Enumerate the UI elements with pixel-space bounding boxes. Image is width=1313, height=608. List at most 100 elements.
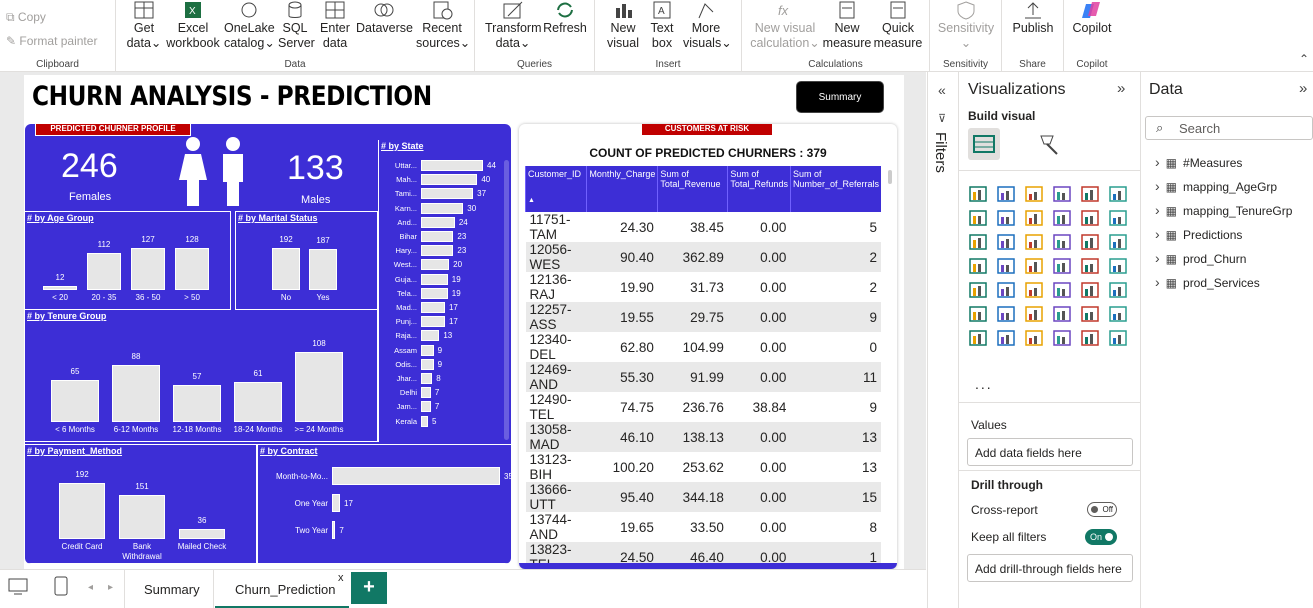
onelake-button[interactable]: OneLake catalog⌄ [224, 0, 275, 51]
publish-button[interactable]: Publish [1008, 0, 1058, 36]
clustered-bar-icon[interactable] [1023, 184, 1045, 204]
column-header[interactable]: Sum of Number_of_Referrals [789, 166, 881, 212]
filters-pane[interactable]: « ⊽ Filters [927, 72, 959, 608]
recent-sources-button[interactable]: Recent sources⌄ [416, 0, 470, 51]
enter-data-button[interactable]: Enter data [316, 0, 354, 51]
column-header[interactable]: Customer_ID ▲ [524, 166, 587, 212]
collapse-left-icon[interactable]: « [938, 82, 946, 98]
summary-nav-button[interactable]: Summary [796, 81, 884, 113]
power-apps-icon[interactable] [995, 328, 1017, 348]
data-table-item[interactable]: › ▦ Predictions [1155, 226, 1242, 242]
pie-icon[interactable] [1079, 232, 1101, 252]
line-column-icon[interactable] [1079, 208, 1101, 228]
key-influencers-icon[interactable] [995, 304, 1017, 324]
column-header[interactable]: Monthly_Charge [586, 166, 658, 212]
tab-churn-prediction[interactable]: Churn_Prediction [215, 570, 349, 608]
line-clustered-icon[interactable] [1107, 208, 1129, 228]
next-page-icon[interactable]: ▸ [108, 582, 113, 593]
close-tab-icon[interactable]: x [338, 572, 344, 584]
sql-server-button[interactable]: SQL Server [278, 0, 315, 51]
arcgis-icon[interactable] [1051, 328, 1073, 348]
search-input[interactable]: Search [1179, 121, 1220, 136]
funnel-bars-icon[interactable] [995, 232, 1017, 252]
format-visual-tab[interactable] [1035, 132, 1063, 165]
keep-filters-toggle[interactable]: On [1085, 529, 1117, 545]
python-icon[interactable] [967, 304, 989, 324]
table-row[interactable]: 13058-MAD 46.10 138.13 0.00 13 [525, 422, 881, 452]
table-row[interactable]: 12340-DEL 62.80 104.99 0.00 0 [526, 332, 882, 362]
excel-button[interactable]: X Excel workbook [166, 0, 220, 51]
kpi-icon[interactable] [995, 280, 1017, 300]
table-row[interactable]: 11751-TAM 24.30 38.45 0.00 5 [526, 212, 882, 242]
text-box-button[interactable]: A Text box [645, 0, 679, 51]
mobile-view-icon[interactable] [54, 576, 68, 596]
search-box[interactable]: ⌕ Search [1145, 116, 1313, 140]
card-icon[interactable] [1107, 256, 1129, 276]
more-visuals-button[interactable]: More visuals⌄ [683, 0, 732, 51]
add-page-button[interactable]: + [351, 572, 387, 604]
table-row[interactable]: 13744-AND 19.65 33.50 0.00 8 [526, 512, 882, 542]
table-row[interactable]: 12469-AND 55.30 91.99 0.00 11 [525, 362, 881, 392]
column-header[interactable]: Sum of Total_Refunds [727, 166, 791, 212]
data-table-item[interactable]: › ▦ prod_Churn [1155, 250, 1246, 266]
paginated-icon[interactable] [967, 328, 989, 348]
scatter-icon[interactable] [1051, 232, 1073, 252]
new-visual-button[interactable]: New visual [603, 0, 643, 51]
filled-map-icon[interactable] [1023, 256, 1045, 276]
stacked-area-icon[interactable] [1023, 208, 1045, 228]
treemap-icon[interactable] [967, 256, 989, 276]
data-table-item[interactable]: › ▦ prod_Services [1155, 274, 1260, 290]
line-chart-icon[interactable] [967, 208, 989, 228]
map-icon[interactable] [995, 256, 1017, 276]
column-header[interactable]: Sum of Total_Revenue [657, 166, 728, 212]
100-column-icon[interactable] [1107, 184, 1129, 204]
table-icon[interactable] [1051, 280, 1073, 300]
narrative-icon[interactable] [1079, 304, 1101, 324]
dataverse-button[interactable]: Dataverse [356, 0, 413, 36]
table-row[interactable]: 13123-BIH 100.20 253.62 0.00 13 [526, 452, 882, 482]
desktop-view-icon[interactable] [8, 578, 28, 596]
ribbon-chart-icon[interactable] [1051, 208, 1073, 228]
donut-icon[interactable] [1107, 232, 1129, 252]
gauge-icon[interactable] [1079, 256, 1101, 276]
data-table-item[interactable]: › ▦ mapping_AgeGrp [1155, 178, 1277, 194]
qa-icon[interactable] [1051, 304, 1073, 324]
quick-measure-button[interactable]: Quick measure [872, 0, 924, 51]
table-scrollbar[interactable] [888, 170, 892, 184]
power-automate-icon[interactable] [1023, 328, 1045, 348]
waterfall-icon[interactable] [967, 232, 989, 252]
decomposition-tree-icon[interactable] [1023, 304, 1045, 324]
slicer-icon[interactable] [1023, 280, 1045, 300]
data-table-item[interactable]: › ▦ #Measures [1155, 154, 1242, 170]
data-table-item[interactable]: › ▦ mapping_TenureGrp [1155, 202, 1292, 218]
add-data-field-well[interactable]: Add data fields here [967, 438, 1133, 466]
sensitivity-button[interactable]: Sensitivity ⌄ [934, 0, 998, 51]
state-scrollbar[interactable] [504, 160, 509, 440]
diamond-icon[interactable] [1079, 328, 1101, 348]
funnel-icon[interactable] [1023, 232, 1045, 252]
transform-data-button[interactable]: Transform data⌄ [485, 0, 542, 51]
build-visual-tab[interactable] [968, 128, 1000, 160]
copilot-button[interactable]: Copilot [1068, 0, 1116, 36]
new-visual-calculation-button[interactable]: fx New visual calculation⌄ [750, 0, 820, 51]
table-row[interactable]: 13666-UTT 95.40 344.18 0.00 15 [525, 482, 881, 512]
stacked-column-icon[interactable] [995, 184, 1017, 204]
collapse-right-icon[interactable]: » [1117, 80, 1125, 97]
tab-summary[interactable]: Summary [124, 570, 214, 608]
stacked-bar-icon[interactable] [967, 184, 989, 204]
copy-button[interactable]: ⧉ Copy [6, 10, 46, 25]
100-bar-icon[interactable] [1079, 184, 1101, 204]
collapse-data-icon[interactable]: » [1299, 80, 1307, 97]
new-measure-button[interactable]: New measure [822, 0, 872, 51]
matrix-icon[interactable] [1079, 280, 1101, 300]
area-chart-icon[interactable] [995, 208, 1017, 228]
table-row[interactable]: 12056-WES 90.40 362.89 0.00 2 [525, 242, 881, 272]
table-row[interactable]: 12257-ASS 19.55 29.75 0.00 9 [525, 302, 881, 332]
clustered-column-icon[interactable] [1051, 184, 1073, 204]
table-row[interactable]: 12490-TEL 74.75 236.76 38.84 9 [526, 392, 882, 422]
table-row[interactable]: 12136-RAJ 19.90 31.73 0.00 2 [526, 272, 882, 302]
ribbon-collapse-icon[interactable]: ⌃ [1299, 52, 1309, 66]
cross-report-toggle[interactable]: Off [1087, 502, 1117, 517]
more-visuals-icon[interactable]: ... [975, 376, 993, 392]
r-visual-icon[interactable] [1107, 280, 1129, 300]
